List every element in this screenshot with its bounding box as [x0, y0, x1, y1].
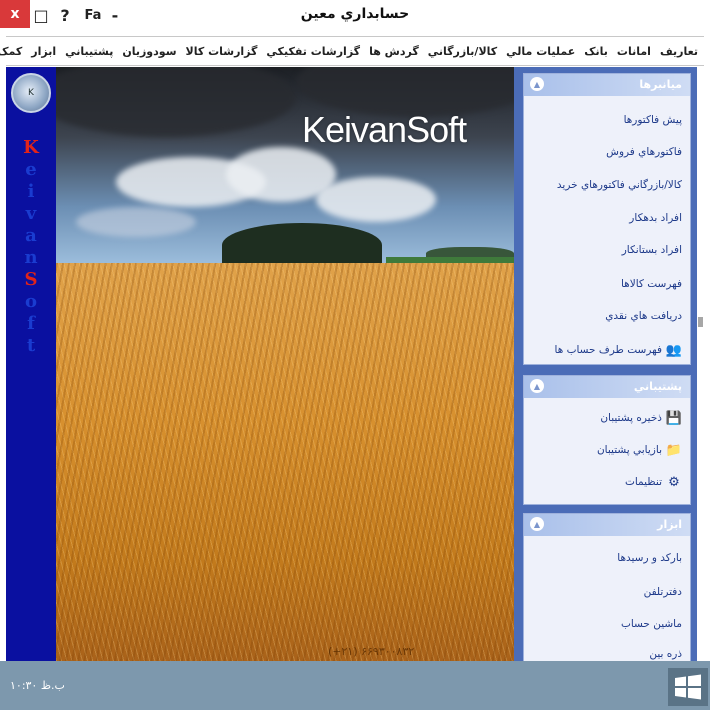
banner-image: KeivanSoft (+۲۱) ۶۶۹۳۰۰۸۳۲ — [56, 67, 514, 661]
shortcut-sales-invoices[interactable]: فاکتورهاي فروش — [606, 146, 682, 158]
shortcut-goods-list[interactable]: فهرست کالاها — [621, 278, 682, 290]
logo-icon: K — [11, 73, 51, 113]
item-label: تنظيمات — [624, 476, 662, 488]
brand-letter: v — [25, 203, 37, 224]
tool-phonebook[interactable]: دفترتلفن — [644, 586, 682, 598]
brand-letter: f — [27, 313, 35, 334]
wheat-field — [56, 263, 514, 661]
shortcuts-panel: ميانبرها ▲ پيش فاکتورها فاکتورهاي فروش ک… — [523, 73, 691, 365]
menu-deposits[interactable]: امانات — [617, 45, 651, 58]
item-label: افراد بدهکار — [629, 212, 682, 224]
item-label: پيش فاکتورها — [623, 114, 682, 126]
tool-barcodes[interactable]: بارکد و رسيدها — [617, 552, 682, 564]
settings[interactable]: ⚙ تنظيمات — [625, 474, 682, 490]
panel-title: ميانبرها — [639, 78, 682, 91]
collapse-icon[interactable]: ▲ — [530, 517, 544, 531]
item-label: افراد بستانکار — [621, 244, 682, 256]
windows-start-button[interactable] — [668, 668, 708, 706]
brand-letter: n — [24, 247, 38, 268]
brand-letter: K — [23, 137, 39, 158]
collapse-icon[interactable]: ▲ — [530, 77, 544, 91]
cloud — [56, 67, 296, 137]
menu-help[interactable]: کمک — [0, 45, 22, 58]
scrollbar-thumb[interactable] — [698, 317, 703, 327]
item-label: کالا/بازرگاني فاکتورهاي خريد — [556, 179, 682, 191]
shortcut-accounts-list[interactable]: 👥 فهرست طرف حساب ها — [555, 342, 683, 358]
menu-definitions[interactable]: تعاريف — [660, 45, 698, 58]
brand-letter: i — [27, 181, 35, 202]
brand-letter: a — [25, 225, 37, 246]
panel-title: پشتيباني — [633, 380, 682, 393]
menu-tools[interactable]: ابزار — [31, 45, 56, 58]
item-label: فاکتورهاي فروش — [606, 146, 682, 158]
logo-letter: K — [28, 88, 34, 98]
menu-bar: تعاريف امانات بانک عمليات مالي کالا/بازر… — [0, 36, 704, 66]
windows-logo-icon — [675, 674, 701, 700]
menu-goods-reports[interactable]: گزارشات کالا — [186, 45, 258, 58]
collapse-icon[interactable]: ▲ — [530, 379, 544, 393]
item-label: ذخيره پشتيبان — [600, 412, 662, 424]
status-bar: ب.ظ ۱۰:۳۰ — [0, 661, 710, 710]
panel-title: ابزار — [657, 518, 682, 531]
menu-financial-operations[interactable]: عمليات مالي — [506, 45, 575, 58]
item-label: ذره بين — [649, 648, 682, 660]
item-label: دريافت هاي نقدي — [605, 310, 682, 322]
item-label: فهرست طرف حساب ها — [554, 344, 663, 356]
sidebar-scrollbar[interactable] — [697, 67, 704, 661]
shortcut-cash-receipts[interactable]: دريافت هاي نقدي — [605, 310, 682, 322]
window-title: حسابداري معين — [300, 6, 410, 22]
cloud — [316, 177, 436, 222]
tools-panel: ابزار ▲ بارکد و رسيدها دفترتلفن ماشين حس… — [523, 513, 691, 661]
item-label: ماشين حساب — [620, 618, 682, 630]
shortcut-debtors[interactable]: افراد بدهکار — [629, 212, 682, 224]
brand-strip: K K e i v a n S o f t — [6, 67, 56, 661]
shortcuts-panel-header[interactable]: ميانبرها ▲ — [524, 74, 690, 96]
item-label: دفترتلفن — [643, 586, 682, 598]
folder-icon: 📁 — [665, 442, 683, 458]
brand-letter: t — [26, 335, 36, 356]
floppy-disk-icon: 💾 — [665, 410, 683, 426]
task-sidebar: ميانبرها ▲ پيش فاکتورها فاکتورهاي فروش ک… — [514, 67, 704, 661]
menu-bank[interactable]: بانک — [584, 45, 608, 58]
shortcut-purchase-invoices[interactable]: کالا/بازرگاني فاکتورهاي خريد — [557, 179, 682, 191]
backup-panel: پشتيباني ▲ 💾 ذخيره پشتيبان 📁 بازيابي پشت… — [523, 375, 691, 505]
item-label: بارکد و رسيدها — [617, 552, 682, 564]
tree-hill — [222, 223, 382, 267]
brand-letter: o — [24, 291, 37, 312]
item-label: بازيابي پشتيبان — [596, 444, 662, 456]
shortcut-creditors[interactable]: افراد بستانکار — [622, 244, 682, 256]
menu-turnovers[interactable]: گردش ها — [369, 45, 419, 58]
menu-goods-commerce[interactable]: کالا/بازرگاني — [428, 45, 497, 58]
people-icon: 👥 — [665, 342, 683, 358]
brand-letter: S — [24, 269, 38, 290]
title-bar: x □ ? Fa - حسابداري معين — [0, 0, 710, 36]
vertical-brand-text: K e i v a n S o f t — [6, 137, 56, 357]
menu-backup[interactable]: پشتيباني — [65, 45, 113, 58]
brand-title: KeivanSoft — [302, 109, 467, 150]
status-clock: ب.ظ ۱۰:۳۰ — [10, 679, 65, 692]
backup-save[interactable]: 💾 ذخيره پشتيبان — [600, 410, 682, 426]
tools-panel-header[interactable]: ابزار ▲ — [524, 514, 690, 536]
menu-profit-loss[interactable]: سودوزيان — [122, 45, 176, 58]
tool-magnifier[interactable]: ذره بين — [649, 648, 682, 660]
shortcut-pre-invoices[interactable]: پيش فاکتورها — [624, 114, 682, 126]
backup-restore[interactable]: 📁 بازيابي پشتيبان — [597, 442, 682, 458]
menu-detailed-reports[interactable]: گزارشات تفکيکي — [266, 45, 360, 58]
tool-calculator[interactable]: ماشين حساب — [621, 618, 682, 630]
cloud — [76, 207, 196, 237]
gear-icon: ⚙ — [668, 474, 680, 490]
brand-letter: e — [25, 159, 37, 180]
phone-number: (+۲۱) ۶۶۹۳۰۰۸۳۲ — [328, 645, 415, 658]
backup-panel-header[interactable]: پشتيباني ▲ — [524, 376, 690, 398]
item-label: فهرست کالاها — [620, 278, 682, 290]
